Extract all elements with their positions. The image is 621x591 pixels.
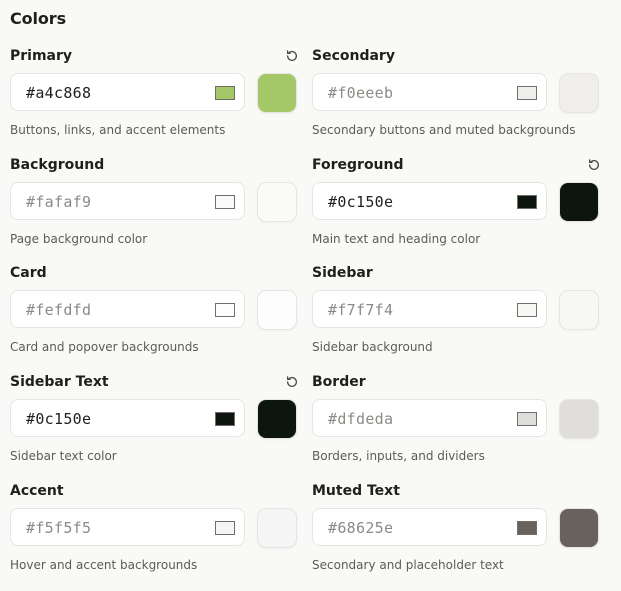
color-picker-swatch[interactable] [215,303,235,317]
color-field-foreground: Foreground #0c150e Main text and heading… [312,157,602,257]
color-label: Sidebar [312,265,373,281]
color-preview-swatch [559,508,599,548]
color-field-accent: Accent #f5f5f5 Hover and accent backgrou… [10,483,300,583]
color-description: Secondary buttons and muted backgrounds [312,123,576,137]
color-preview-swatch [257,73,297,113]
hex-value[interactable]: #0c150e [328,193,393,211]
color-description: Borders, inputs, and dividers [312,449,485,463]
hex-value[interactable]: #fefdfd [26,301,91,319]
hex-input[interactable]: #fefdfd [10,290,245,328]
color-label: Background [10,157,105,173]
hex-input[interactable]: #dfdeda [312,399,547,437]
color-preview-swatch [559,290,599,330]
color-label: Accent [10,483,64,499]
reset-icon[interactable] [585,156,602,173]
color-field-card: Card #fefdfd Card and popover background… [10,265,300,365]
hex-value[interactable]: #68625e [328,519,393,537]
hex-value[interactable]: #dfdeda [328,410,393,428]
color-field-sidebar-text: Sidebar Text #0c150e Sidebar text color [10,374,300,474]
hex-value[interactable]: #f0eeeb [328,84,393,102]
color-description: Sidebar text color [10,449,117,463]
hex-input[interactable]: #a4c868 [10,73,245,111]
reset-icon[interactable] [283,47,300,64]
reset-icon[interactable] [283,373,300,390]
color-label: Primary [10,48,73,64]
hex-input[interactable]: #f0eeeb [312,73,547,111]
color-picker-swatch[interactable] [517,195,537,209]
color-description: Sidebar background [312,340,433,354]
color-preview-swatch [559,399,599,439]
color-description: Buttons, links, and accent elements [10,123,226,137]
color-field-border: Border #dfdeda Borders, inputs, and divi… [312,374,602,474]
color-picker-swatch[interactable] [517,412,537,426]
hex-input[interactable]: #0c150e [312,182,547,220]
hex-input[interactable]: #f5f5f5 [10,508,245,546]
color-label: Card [10,265,47,281]
color-picker-swatch[interactable] [215,195,235,209]
hex-input[interactable]: #68625e [312,508,547,546]
hex-input[interactable]: #f7f7f4 [312,290,547,328]
color-preview-swatch [559,73,599,113]
color-picker-swatch[interactable] [517,303,537,317]
section-title: Colors [10,9,67,28]
color-picker-swatch[interactable] [215,521,235,535]
color-field-secondary: Secondary #f0eeeb Secondary buttons and … [312,48,602,148]
color-description: Page background color [10,232,148,246]
color-field-muted-text: Muted Text #68625e Secondary and placeho… [312,483,602,583]
color-preview-swatch [257,508,297,548]
hex-value[interactable]: #fafaf9 [26,193,91,211]
color-preview-swatch [257,182,297,222]
color-label: Muted Text [312,483,400,499]
hex-value[interactable]: #f7f7f4 [328,301,393,319]
color-preview-swatch [257,399,297,439]
hex-input[interactable]: #0c150e [10,399,245,437]
color-picker-swatch[interactable] [517,521,537,535]
color-settings-panel: Colors Primary #a4c868 Buttons, links, a… [0,0,621,591]
color-description: Secondary and placeholder text [312,558,504,572]
hex-value[interactable]: #f5f5f5 [26,519,91,537]
hex-input[interactable]: #fafaf9 [10,182,245,220]
color-picker-swatch[interactable] [215,412,235,426]
hex-value[interactable]: #a4c868 [26,84,91,102]
color-picker-swatch[interactable] [517,86,537,100]
hex-value[interactable]: #0c150e [26,410,91,428]
color-label: Foreground [312,157,404,173]
color-field-primary: Primary #a4c868 Buttons, links, and acce… [10,48,300,148]
color-picker-swatch[interactable] [215,86,235,100]
color-label: Secondary [312,48,395,64]
color-preview-swatch [559,182,599,222]
color-field-background: Background #fafaf9 Page background color [10,157,300,257]
color-label: Sidebar Text [10,374,109,390]
color-label: Border [312,374,366,390]
color-field-sidebar: Sidebar #f7f7f4 Sidebar background [312,265,602,365]
color-description: Card and popover backgrounds [10,340,199,354]
color-preview-swatch [257,290,297,330]
color-description: Hover and accent backgrounds [10,558,198,572]
color-description: Main text and heading color [312,232,481,246]
